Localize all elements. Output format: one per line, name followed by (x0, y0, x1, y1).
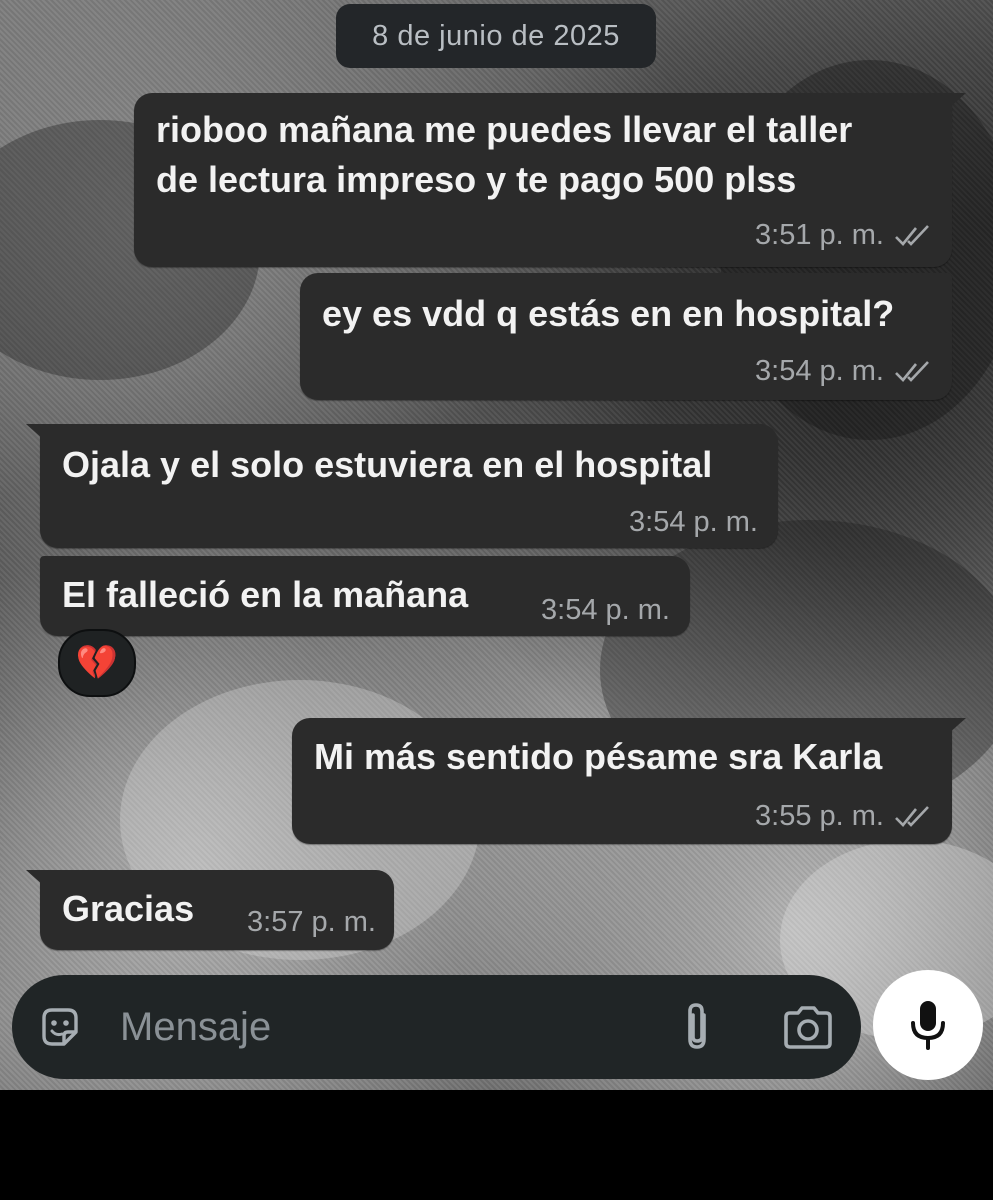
double-check-icon (895, 224, 929, 246)
date-chip: 8 de junio de 2025 (336, 4, 656, 68)
message-bubble-outgoing[interactable]: Mi más sentido pésame sra Karla 3:55 p. … (292, 718, 966, 844)
message-time: 3:54 p. m. (541, 594, 670, 626)
message-text: rioboo mañana me puedes llevar el taller… (156, 105, 852, 205)
message-time: 3:57 p. m. (247, 906, 376, 938)
double-check-icon (895, 805, 929, 827)
message-meta: 3:51 p. m. (755, 219, 932, 252)
message-text: ey es vdd q estás en en hospital? (322, 293, 895, 334)
message-meta: 3:57 p. m. (247, 906, 376, 939)
message-meta: 3:55 p. m. (755, 800, 932, 833)
message-bubble-incoming[interactable]: Ojala y el solo estuviera en el hospital… (26, 424, 778, 548)
message-input[interactable]: Mensaje (120, 975, 271, 1079)
message-composer[interactable]: Mensaje (12, 975, 861, 1079)
sticker-button[interactable] (34, 1002, 86, 1054)
double-check-icon (895, 360, 929, 382)
message-line: de lectura impreso y te pago 500 plss (156, 159, 797, 200)
message-bubble-outgoing[interactable]: ey es vdd q estás en en hospital? 3:54 p… (300, 273, 952, 400)
message-time: 3:55 p. m. (755, 800, 884, 832)
reaction-badge[interactable]: 💔 (58, 629, 136, 697)
paperclip-icon (688, 1003, 706, 1049)
bubble-tail (26, 424, 44, 440)
broken-heart-icon: 💔 (75, 644, 119, 682)
attach-button[interactable] (672, 999, 722, 1055)
camera-button[interactable] (780, 1001, 836, 1053)
bottom-black-bar (0, 1090, 993, 1200)
microphone-icon (911, 1001, 945, 1050)
message-bubble-incoming[interactable]: Gracias 3:57 p. m. (26, 870, 394, 950)
message-meta: 3:54 p. m. (755, 355, 932, 388)
message-meta: 3:54 p. m. (629, 506, 758, 539)
message-text: El falleció en la mañana (62, 574, 469, 615)
sticker-icon (42, 1008, 78, 1046)
message-text: Mi más sentido pésame sra Karla (314, 736, 883, 777)
message-text: Gracias (62, 888, 195, 929)
bubble-tail (948, 93, 966, 109)
camera-icon (784, 1006, 832, 1049)
message-time: 3:54 p. m. (629, 506, 758, 538)
message-bubble-outgoing[interactable]: rioboo mañana me puedes llevar el taller… (134, 93, 966, 267)
message-time: 3:51 p. m. (755, 219, 884, 251)
message-bubble-incoming[interactable]: El falleció en la mañana 3:54 p. m. (40, 556, 690, 636)
message-text: Ojala y el solo estuviera en el hospital (62, 444, 713, 485)
chat-background: 8 de junio de 2025 rioboo mañana me pued… (0, 0, 993, 1090)
voice-record-button[interactable] (873, 970, 983, 1080)
bubble-tail (26, 870, 44, 886)
message-meta: 3:54 p. m. (541, 594, 670, 627)
message-time: 3:54 p. m. (755, 355, 884, 387)
message-line: rioboo mañana me puedes llevar el taller (156, 109, 853, 150)
bubble-tail (948, 718, 966, 734)
